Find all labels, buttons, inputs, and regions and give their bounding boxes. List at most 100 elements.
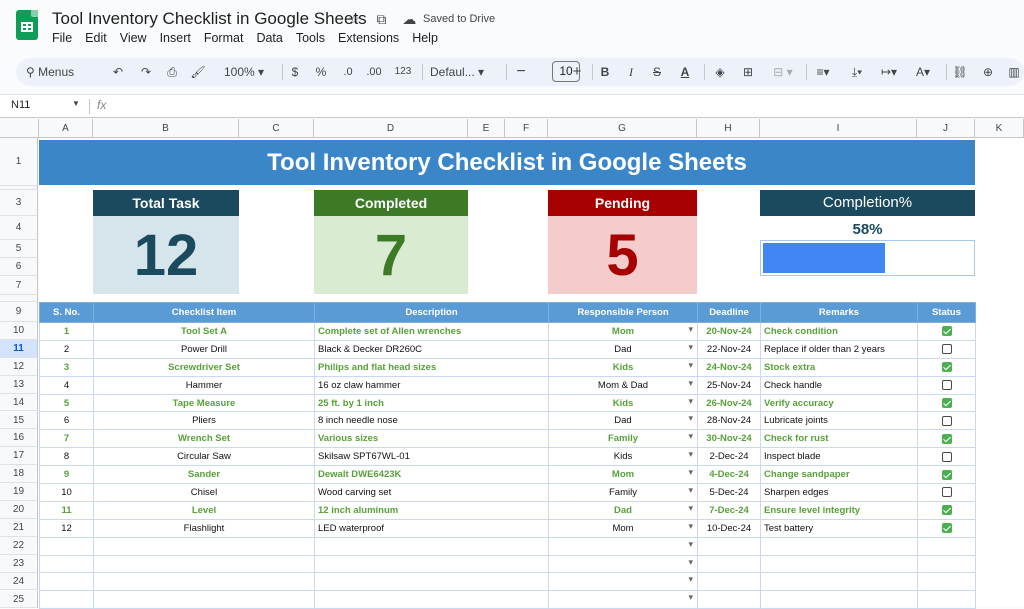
column-header-h[interactable]: H — [697, 119, 760, 138]
cloud-saved-icon[interactable]: ☁ — [402, 11, 416, 28]
responsible-person-dropdown[interactable]: Mom — [548, 465, 698, 485]
row-header-15[interactable]: 15 — [0, 411, 38, 430]
responsible-person-dropdown[interactable]: Mom & Dad — [548, 375, 698, 395]
unchecked-checkbox[interactable] — [941, 380, 952, 391]
strikethrough-button[interactable]: S — [650, 63, 664, 81]
unchecked-checkbox[interactable] — [941, 487, 952, 498]
row-header-8[interactable]: 8 — [0, 295, 38, 302]
menu-extensions[interactable]: Extensions — [338, 31, 399, 45]
move-folder-icon[interactable]: ⧉ — [376, 11, 386, 28]
row-header-12[interactable]: 12 — [0, 357, 38, 376]
menu-view[interactable]: View — [120, 31, 147, 45]
name-box[interactable]: N11 — [11, 99, 30, 111]
row-header-4[interactable]: 4 — [0, 216, 38, 240]
responsible-person-dropdown[interactable]: Kids — [548, 357, 698, 377]
sheets-logo-icon[interactable] — [16, 10, 38, 40]
checked-checkbox[interactable] — [941, 326, 952, 337]
insert-comment-icon[interactable]: ⊕ — [980, 63, 996, 81]
fill-color-icon[interactable]: ◈ — [712, 63, 728, 81]
column-header-f[interactable]: F — [505, 119, 548, 138]
select-all-corner[interactable] — [0, 119, 39, 138]
unchecked-checkbox[interactable] — [941, 451, 952, 462]
paint-format-icon[interactable]: 🖌 — [190, 63, 206, 81]
checked-checkbox[interactable] — [941, 397, 952, 408]
row-header-3[interactable]: 3 — [0, 190, 38, 216]
column-header-c[interactable]: C — [239, 119, 314, 138]
percent-button[interactable]: % — [314, 63, 328, 81]
row-header-23[interactable]: 23 — [0, 554, 38, 573]
responsible-person-dropdown[interactable]: Mom — [548, 322, 698, 341]
menu-file[interactable]: File — [52, 31, 72, 45]
unchecked-checkbox[interactable] — [941, 344, 952, 355]
row-header-19[interactable]: 19 — [0, 483, 38, 501]
row-header-5[interactable]: 5 — [0, 240, 38, 258]
zoom-select[interactable]: 100% ▾ — [218, 63, 270, 81]
vertical-align-icon[interactable]: ⤓▾ — [846, 63, 868, 81]
print-icon[interactable]: ⎙ — [164, 63, 180, 81]
responsible-person-dropdown[interactable]: Kids — [548, 447, 698, 467]
responsible-person-dropdown[interactable]: Family — [548, 483, 698, 502]
responsible-person-dropdown[interactable]: Mom — [548, 518, 698, 538]
column-header-g[interactable]: G — [548, 119, 697, 138]
currency-button[interactable]: $ — [288, 63, 302, 81]
number-format-button[interactable]: 123 — [392, 63, 414, 81]
row-header-6[interactable]: 6 — [0, 258, 38, 276]
column-header-j[interactable]: J — [917, 119, 975, 138]
menus-search-button[interactable]: ⚲ Menus — [26, 63, 90, 81]
checked-checkbox[interactable] — [941, 433, 952, 444]
name-box-dropdown-icon[interactable]: ▼ — [72, 99, 80, 108]
row-header-17[interactable]: 17 — [0, 447, 38, 466]
row-header-21[interactable]: 21 — [0, 518, 38, 537]
row-header-1[interactable]: 1 — [0, 138, 38, 186]
responsible-person-dropdown[interactable]: Dad — [548, 411, 698, 431]
undo-icon[interactable]: ↶ — [110, 63, 126, 81]
row-header-25[interactable]: 25 — [0, 590, 38, 609]
document-title[interactable]: Tool Inventory Checklist in Google Sheet… — [52, 9, 367, 29]
responsible-person-dropdown[interactable] — [548, 536, 698, 556]
bold-button[interactable]: B — [598, 63, 612, 81]
italic-button[interactable]: I — [624, 63, 638, 81]
column-header-i[interactable]: I — [760, 119, 917, 138]
text-rotation-icon[interactable]: A▾ — [912, 63, 934, 81]
font-select[interactable]: Defaul... ▾ — [430, 63, 500, 81]
menu-format[interactable]: Format — [204, 31, 244, 45]
menu-data[interactable]: Data — [256, 31, 282, 45]
column-header-a[interactable]: A — [39, 119, 93, 138]
menu-edit[interactable]: Edit — [85, 31, 107, 45]
insert-chart-icon[interactable]: ▥ — [1006, 63, 1022, 81]
menu-insert[interactable]: Insert — [160, 31, 191, 45]
responsible-person-dropdown[interactable]: Kids — [548, 393, 698, 413]
responsible-person-dropdown[interactable] — [548, 554, 698, 574]
row-header-9[interactable]: 9 — [0, 302, 38, 322]
menu-tools[interactable]: Tools — [296, 31, 325, 45]
insert-link-icon[interactable]: ⛓ — [952, 63, 968, 81]
row-header-13[interactable]: 13 — [0, 375, 38, 394]
text-wrap-icon[interactable]: ↦▾ — [878, 63, 900, 81]
checked-checkbox[interactable] — [941, 362, 952, 373]
decrease-decimal-button[interactable]: .0 — [338, 63, 358, 81]
checked-checkbox[interactable] — [941, 469, 952, 480]
row-header-24[interactable]: 24 — [0, 572, 38, 591]
row-header-11[interactable]: 11 — [0, 339, 38, 358]
column-header-k[interactable]: K — [975, 119, 1024, 138]
star-icon[interactable]: ☆ — [348, 11, 361, 28]
font-size-decrease-button[interactable]: − — [514, 63, 528, 81]
unchecked-checkbox[interactable] — [941, 415, 952, 426]
responsible-person-dropdown[interactable]: Dad — [548, 500, 698, 520]
column-header-b[interactable]: B — [93, 119, 239, 138]
column-header-e[interactable]: E — [468, 119, 505, 138]
checked-checkbox[interactable] — [941, 505, 952, 516]
menu-help[interactable]: Help — [412, 31, 438, 45]
font-size-increase-button[interactable]: + — [570, 63, 584, 81]
row-header-7[interactable]: 7 — [0, 276, 38, 295]
increase-decimal-button[interactable]: .00 — [362, 63, 386, 81]
row-header-20[interactable]: 20 — [0, 501, 38, 519]
horizontal-align-icon[interactable]: ≡▾ — [812, 63, 834, 81]
column-header-d[interactable]: D — [314, 119, 468, 138]
checked-checkbox[interactable] — [941, 523, 952, 534]
row-header-10[interactable]: 10 — [0, 322, 38, 340]
responsible-person-dropdown[interactable]: Dad — [548, 339, 698, 359]
responsible-person-dropdown[interactable]: Family — [548, 429, 698, 449]
text-color-button[interactable]: A — [678, 63, 692, 81]
row-header-16[interactable]: 16 — [0, 429, 38, 448]
